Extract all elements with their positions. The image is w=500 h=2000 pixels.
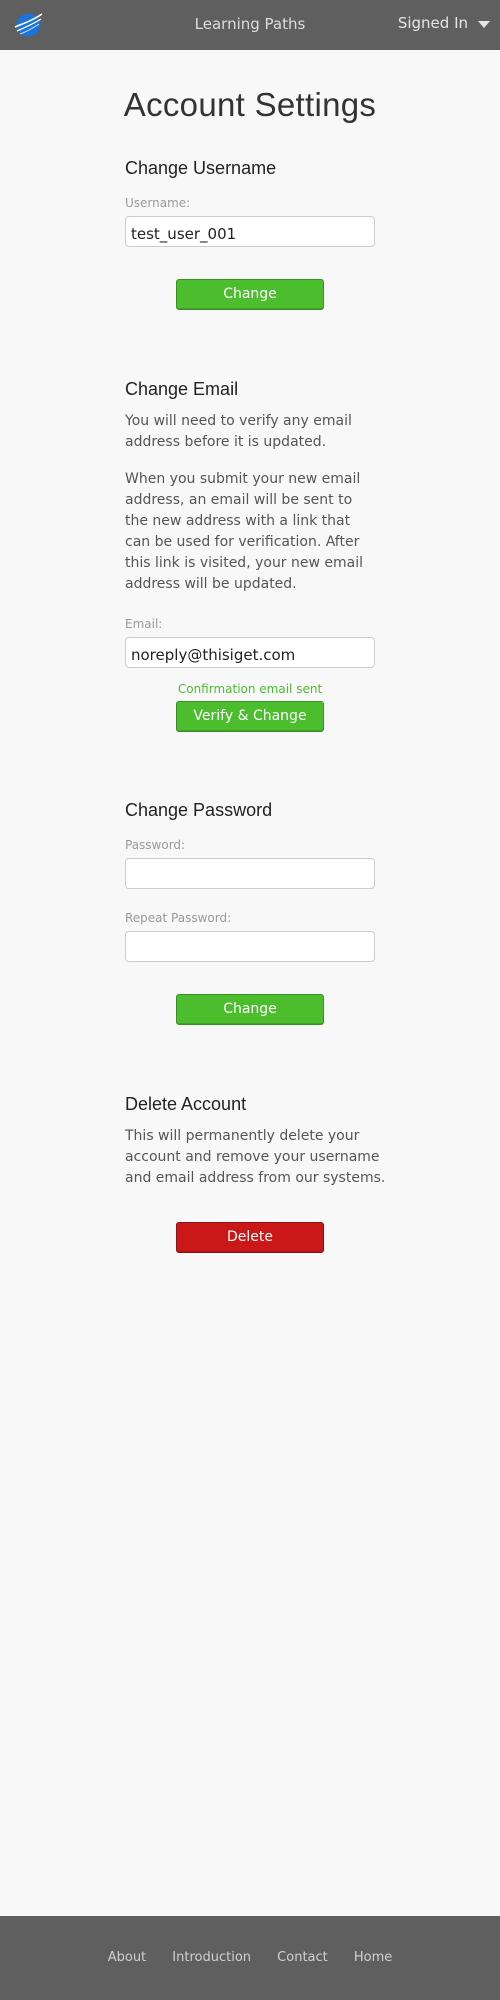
repeat-password-label: Repeat Password: bbox=[125, 911, 232, 925]
delete-account-button[interactable]: Delete bbox=[176, 1222, 324, 1253]
email-label: Email: bbox=[125, 617, 163, 631]
section-heading: Change Password bbox=[125, 800, 273, 820]
repeat-password-input[interactable] bbox=[125, 931, 375, 962]
change-username-button[interactable]: Change bbox=[176, 279, 324, 310]
username-label: Username: bbox=[125, 196, 191, 210]
username-input[interactable] bbox=[125, 216, 375, 247]
password-input[interactable] bbox=[125, 858, 375, 889]
verify-change-email-button[interactable]: Verify & Change bbox=[176, 701, 324, 732]
footer-link-contact[interactable]: Contact bbox=[277, 1950, 328, 1965]
section-heading: Change Email bbox=[125, 379, 239, 399]
email-verify-info: You will need to verify any email addres… bbox=[125, 413, 352, 450]
confirmation-notice: Confirmation email sent bbox=[177, 682, 323, 696]
password-label: Password: bbox=[125, 838, 186, 852]
user-menu-label: Signed In bbox=[397, 14, 468, 32]
change-email-section: Change Email You will need to verify any… bbox=[125, 379, 375, 732]
section-heading: Delete Account bbox=[125, 1094, 247, 1114]
footer-link-introduction[interactable]: Introduction bbox=[172, 1950, 251, 1965]
footer-link-about[interactable]: About bbox=[108, 1950, 146, 1965]
change-password-section: Change Password Password: Repeat Passwor… bbox=[125, 800, 375, 1025]
change-username-section: Change Username Username: Change bbox=[125, 158, 375, 310]
footer: About Introduction Contact Home bbox=[0, 1916, 500, 2000]
footer-link-home[interactable]: Home bbox=[354, 1950, 392, 1965]
footer-links: About Introduction Contact Home bbox=[0, 1950, 500, 1965]
email-input[interactable] bbox=[125, 637, 375, 668]
delete-account-section: Delete Account This will permanently del… bbox=[125, 1094, 385, 1253]
top-navigation-bar: Learning Paths Signed In bbox=[0, 0, 500, 50]
change-password-button[interactable]: Change bbox=[176, 994, 324, 1025]
section-heading: Change Username bbox=[125, 158, 277, 178]
page-title: Account Settings bbox=[123, 86, 377, 123]
chevron-down-icon bbox=[478, 20, 490, 28]
email-process-info: When you submit your new email address, … bbox=[125, 471, 364, 592]
delete-account-info: This will permanently delete your accoun… bbox=[125, 1128, 386, 1186]
user-menu[interactable]: Signed In bbox=[398, 14, 490, 32]
